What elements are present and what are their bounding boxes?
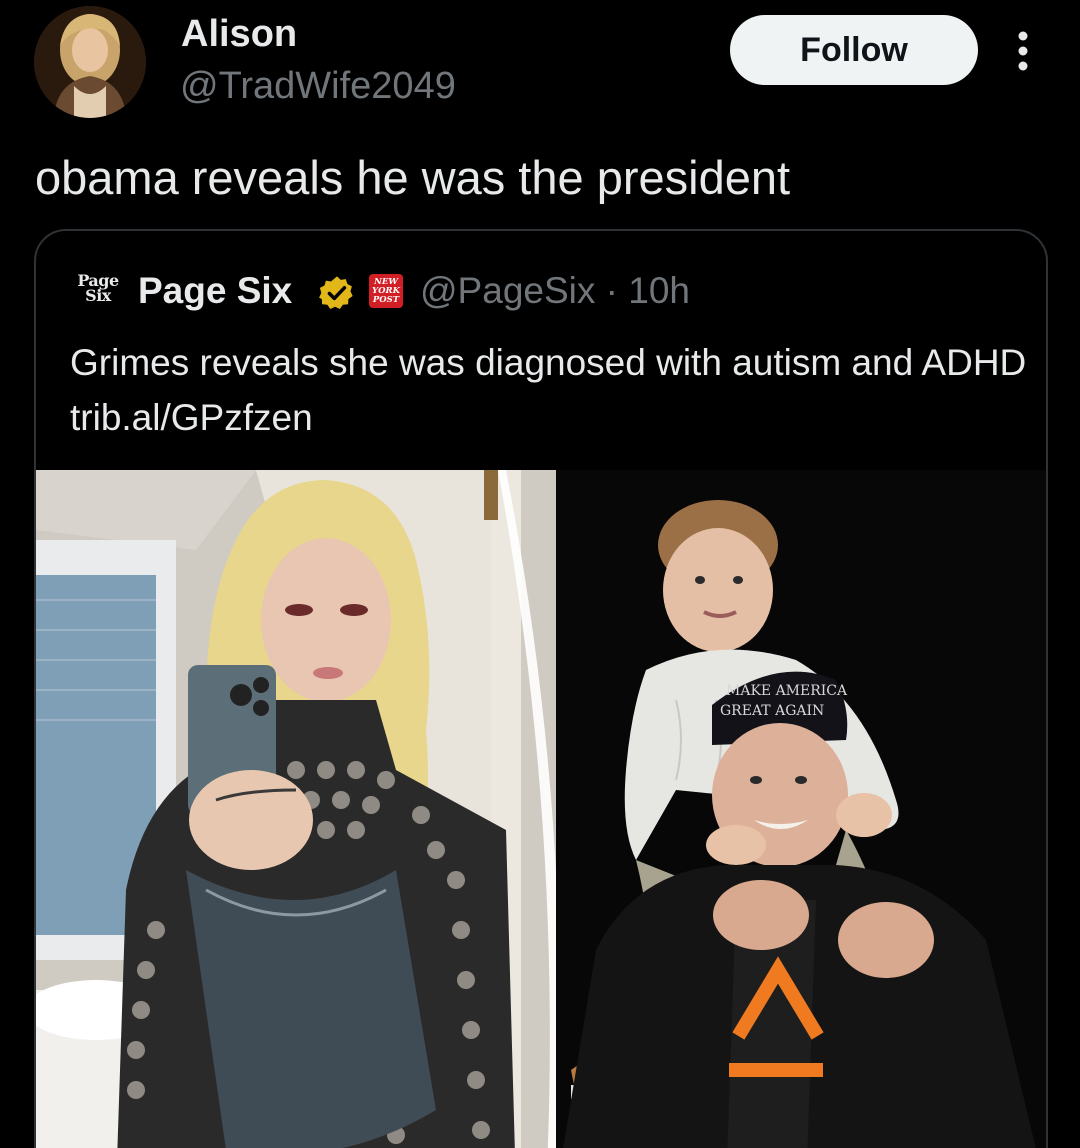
quoted-author-handle[interactable]: @PageSix xyxy=(420,270,595,311)
affiliate-text-line3: POST xyxy=(372,295,400,305)
quoted-media[interactable]: MAKE AMERICA GREAT AGAIN xyxy=(36,470,1046,1148)
more-button[interactable] xyxy=(1008,28,1038,74)
avatar-photo-icon xyxy=(34,6,146,118)
verified-badge-icon xyxy=(318,274,356,312)
quoted-text-body: Grimes reveals she was diagnosed with au… xyxy=(70,342,1027,383)
hat-text-line2: GREAT AGAIN xyxy=(720,703,824,719)
man-with-child-on-shoulders-photo[interactable]: MAKE AMERICA GREAT AGAIN xyxy=(556,470,1046,1148)
more-vertical-icon xyxy=(1018,31,1028,71)
author-avatar[interactable] xyxy=(34,6,146,118)
tweet-text: obama reveals he was the president xyxy=(35,151,791,204)
quoted-tweet-card[interactable]: Page Six Page Six NEW YORK POST @PageSix… xyxy=(34,229,1048,1148)
author-name[interactable]: Alison xyxy=(181,10,297,58)
quoted-meta: @PageSix · 10h xyxy=(420,267,690,315)
woman-mirror-selfie-photo[interactable] xyxy=(36,470,561,1148)
follow-button[interactable]: Follow xyxy=(730,15,978,85)
new-york-post-affiliate-icon[interactable]: NEW YORK POST xyxy=(369,274,403,308)
quoted-tweet-text: Grimes reveals she was diagnosed with au… xyxy=(70,335,1030,445)
hat-text-line1: MAKE AMERICA xyxy=(726,683,848,699)
author-handle[interactable]: @TradWife2049 xyxy=(180,62,456,110)
tweet-view: Alison @TradWife2049 Follow obama reveal… xyxy=(0,0,1080,1148)
page-six-logo-line2: Six xyxy=(85,286,111,305)
quoted-link[interactable]: trib.al/GPzfzen xyxy=(70,397,313,438)
meta-separator: · xyxy=(605,270,618,311)
quoted-author-name[interactable]: Page Six xyxy=(138,267,292,315)
quoted-tweet-header: Page Six Page Six NEW YORK POST @PageSix… xyxy=(36,231,1046,341)
page-six-logo-icon[interactable]: Page Six xyxy=(76,273,120,311)
quoted-timestamp[interactable]: 10h xyxy=(628,270,690,311)
